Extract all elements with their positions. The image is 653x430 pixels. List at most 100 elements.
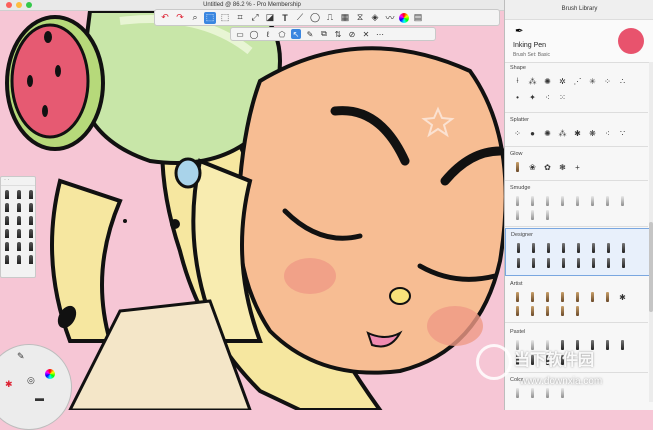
brush-item[interactable]: ✱ — [618, 292, 627, 302]
brush-item[interactable] — [573, 292, 582, 302]
eraser-icon[interactable]: ▬ — [35, 393, 44, 403]
palette-brush[interactable] — [15, 189, 23, 199]
polygon-lasso-icon[interactable]: ⬠ — [277, 29, 287, 39]
ruler-icon[interactable]: ⟋ — [294, 12, 306, 24]
zoom-icon[interactable]: ⌕ — [189, 12, 201, 24]
palette-brush[interactable] — [3, 241, 11, 251]
palette-brush[interactable] — [15, 254, 23, 264]
brush-item[interactable] — [543, 210, 552, 220]
brush-item[interactable] — [528, 388, 537, 398]
transform-icon[interactable]: ⤢ — [249, 12, 261, 24]
palette-brush[interactable] — [27, 228, 35, 238]
brush-item[interactable] — [619, 243, 628, 253]
brush-item[interactable]: ✲ — [558, 76, 567, 86]
brush-item[interactable]: ∵ — [618, 128, 627, 138]
brush-item[interactable] — [543, 306, 552, 316]
text-icon[interactable]: T — [279, 12, 291, 24]
scrollbar-thumb[interactable] — [649, 222, 653, 312]
more-icon[interactable]: ⋯ — [375, 29, 385, 39]
brush-item[interactable] — [558, 306, 567, 316]
brush-icon[interactable]: ✎ — [17, 351, 25, 362]
brush-item[interactable] — [528, 292, 537, 302]
brush-item[interactable] — [589, 258, 598, 268]
current-color-swatch[interactable] — [618, 28, 644, 54]
palette-brush[interactable] — [27, 215, 35, 225]
brush-item[interactable]: ⁘ — [513, 128, 522, 138]
rect-select-icon[interactable]: ▭ — [235, 29, 245, 39]
brush-item[interactable] — [528, 210, 537, 220]
layers-icon[interactable]: ▤ — [412, 12, 424, 24]
brush-item[interactable]: ✳ — [588, 76, 597, 86]
brush-item[interactable] — [603, 196, 612, 206]
brush-item[interactable] — [544, 243, 553, 253]
invert-selection-icon[interactable]: ⇅ — [333, 29, 343, 39]
brush-item[interactable] — [513, 196, 522, 206]
brush-item[interactable]: ⁙ — [558, 92, 567, 102]
french-curve-icon[interactable]: ⎍ — [324, 12, 336, 24]
brush-item[interactable]: • — [513, 92, 522, 102]
brush-item[interactable] — [558, 196, 567, 206]
brush-item[interactable] — [513, 388, 522, 398]
brush-item[interactable] — [573, 306, 582, 316]
palette-brush[interactable] — [27, 202, 35, 212]
brush-item[interactable] — [513, 306, 522, 316]
brush-item[interactable] — [618, 340, 627, 350]
brush-item[interactable] — [513, 210, 522, 220]
marquee-icon[interactable]: ⬚ — [219, 12, 231, 24]
brush-item[interactable] — [604, 243, 613, 253]
palette-brush[interactable] — [3, 254, 11, 264]
clear-selection-icon[interactable]: ⊘ — [347, 29, 357, 39]
palette-brush[interactable] — [3, 228, 11, 238]
brush-item[interactable]: + — [573, 162, 582, 172]
palette-brush[interactable] — [15, 228, 23, 238]
brush-item[interactable] — [589, 243, 598, 253]
brush-item[interactable] — [514, 258, 523, 268]
brush-item[interactable] — [543, 292, 552, 302]
palette-brush[interactable] — [15, 215, 23, 225]
brush-item[interactable] — [559, 243, 568, 253]
brush-item[interactable] — [543, 196, 552, 206]
brush-item[interactable] — [603, 340, 612, 350]
palette-brush[interactable] — [27, 254, 35, 264]
brush-item[interactable]: ⁂ — [528, 76, 537, 86]
puck-icon[interactable]: ◎ — [27, 375, 35, 386]
brush-item[interactable]: ⟊ — [513, 76, 522, 86]
brush-item[interactable] — [528, 306, 537, 316]
brush-item[interactable]: ✺ — [543, 128, 552, 138]
brush-item[interactable] — [618, 196, 627, 206]
brush-item[interactable] — [529, 258, 538, 268]
brush-item[interactable]: ✱ — [573, 128, 582, 138]
brush-item[interactable] — [529, 243, 538, 253]
palette-brush[interactable] — [27, 189, 35, 199]
brush-item[interactable]: ✦ — [528, 92, 537, 102]
deselect-icon[interactable]: ✕ — [361, 29, 371, 39]
color-icon[interactable] — [45, 369, 55, 379]
brush-item[interactable]: ✺ — [543, 76, 552, 86]
brush-item[interactable] — [574, 243, 583, 253]
redo-icon[interactable]: ↷ — [174, 12, 186, 24]
brush-item[interactable] — [604, 258, 613, 268]
oval-select-icon[interactable]: ◯ — [249, 29, 259, 39]
brush-item[interactable]: ❀ — [528, 162, 537, 172]
brush-item[interactable] — [543, 388, 552, 398]
lasso-icon[interactable]: ℓ — [263, 29, 273, 39]
library-scrollbar[interactable] — [649, 62, 653, 402]
brush-item[interactable]: ⋰ — [573, 76, 582, 86]
brush-item[interactable]: ⁖ — [603, 128, 612, 138]
palette-brush[interactable] — [27, 241, 35, 251]
drawing-canvas[interactable] — [0, 11, 504, 410]
brush-item[interactable] — [558, 388, 567, 398]
brush-item[interactable] — [588, 292, 597, 302]
symmetry-icon[interactable]: ✱ — [5, 379, 13, 390]
brush-item[interactable] — [513, 292, 522, 302]
stroke-icon[interactable]: 〰 — [384, 12, 396, 24]
palette-brush[interactable] — [15, 241, 23, 251]
crop-icon[interactable]: ⌗ — [234, 12, 246, 24]
brush-item[interactable] — [514, 243, 523, 253]
brush-item[interactable] — [558, 292, 567, 302]
brush-item[interactable] — [544, 258, 553, 268]
palette-brush[interactable] — [3, 189, 11, 199]
brush-item[interactable]: ⁘ — [603, 76, 612, 86]
undo-icon[interactable]: ↶ — [159, 12, 171, 24]
brush-select-icon[interactable]: ✎ — [305, 29, 315, 39]
